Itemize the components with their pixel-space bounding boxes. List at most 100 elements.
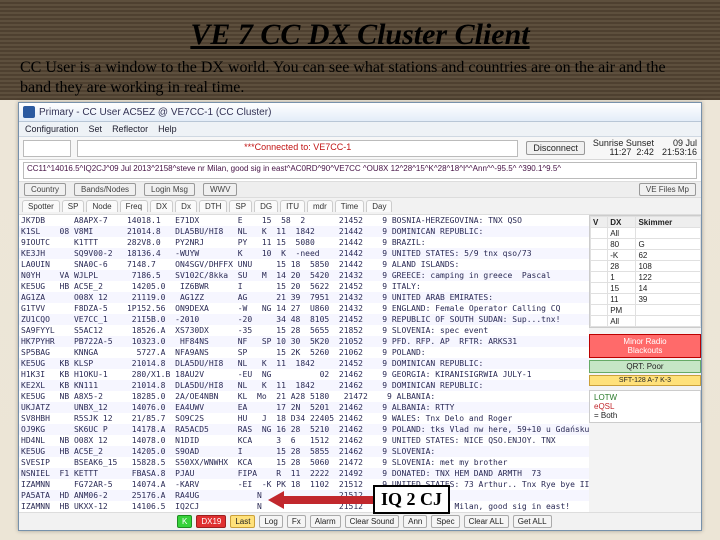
table-row[interactable]: KE5UG KB KLSP 21014.8 DLA5DU/HI8 NL K 11… [19, 358, 589, 369]
menu-help[interactable]: Help [158, 124, 177, 134]
col-spotter[interactable]: Spotter [22, 200, 60, 212]
side-cell[interactable]: 28 [608, 261, 636, 272]
col-node[interactable]: Node [86, 200, 117, 212]
small-input[interactable] [23, 140, 71, 157]
disconnect-button[interactable]: Disconnect [526, 141, 585, 155]
side-cell[interactable]: 39 [636, 294, 701, 305]
col-country[interactable]: Country [24, 183, 66, 196]
btn-alarm[interactable]: Alarm [310, 515, 341, 528]
app-icon [23, 106, 35, 118]
table-row[interactable]: SA9FYYL S5AC12 18526.A XS730DX -35 15 28… [19, 325, 589, 336]
side-cell[interactable]: All [608, 228, 636, 239]
menu-configuration[interactable]: Configuration [25, 124, 79, 134]
btn-k[interactable]: K [177, 515, 192, 528]
side-cell[interactable] [591, 239, 608, 250]
side-cell[interactable] [636, 228, 701, 239]
side-cell[interactable]: 80 [608, 239, 636, 250]
btn-getall[interactable]: Get ALL [513, 515, 552, 528]
table-row[interactable]: KE5UG NB A8X5-2 18285.0 2A/OE4NBN KL Mo … [19, 391, 589, 402]
menu-set[interactable]: Set [89, 124, 103, 134]
slide-title: VE 7 CC DX Cluster Client [18, 18, 702, 52]
table-row[interactable]: 9IOUTC K1TTT 282V8.0 PY2NRJ PY 11 15 508… [19, 237, 589, 248]
table-row[interactable]: OJ9KG SK6UC P 14178.A RA5ACD5 RAS NG 16 … [19, 424, 589, 435]
side-cell[interactable] [591, 261, 608, 272]
btn-ann[interactable]: Ann [403, 515, 427, 528]
table-row[interactable]: ZU1CQO VE7CC_1 21I5B.0 -2010 -20 34 48 8… [19, 314, 589, 325]
window-title: Primary - CC User AC5EZ @ VE7CC-1 (CC Cl… [39, 107, 271, 118]
side-cell[interactable] [591, 283, 608, 294]
window-titlebar: Primary - CC User AC5EZ @ VE7CC-1 (CC Cl… [19, 103, 701, 122]
side-cell[interactable]: G [636, 239, 701, 250]
btn-dx[interactable]: DX19 [196, 515, 226, 528]
table-row[interactable]: HK7PYHR PB722A-5 10323.0 HF84NS NF SP 10… [19, 336, 589, 347]
table-row[interactable]: G1TVV F8DZA-5 1P152.56 ON9DEXA -W NG 14 … [19, 303, 589, 314]
spot-table[interactable]: JK7DB A8APX-7 14018.1 E71DX E 15 58 2 21… [19, 215, 589, 512]
col-bands[interactable]: Bands/Nodes [74, 183, 136, 196]
col-time[interactable]: Time [335, 200, 364, 212]
legend-box: LOTW eQSL = Both [589, 390, 701, 423]
band-grid: VDXSkimmer All80G-K6228108112215141139PM… [589, 215, 701, 328]
raw-spot-text[interactable]: CC11^14016.5^IQ2CJ^09 Jul 2013^2158^stev… [23, 162, 697, 179]
side-cell[interactable] [591, 305, 608, 316]
table-row[interactable]: SP5BAG KNNGA 5727.A NFA9ANS SP 15 2K 526… [19, 347, 589, 358]
header-cols: Country Bands/Nodes Login Msg WWV VE Fil… [19, 182, 701, 198]
side-cell[interactable]: PM [608, 305, 636, 316]
connection-toolbar: ***Connected to: VE7CC-1 Disconnect Sunr… [19, 137, 701, 160]
utc-clock: 21:53:16 [662, 148, 697, 157]
table-row[interactable]: SV8HBH R5SJK 12 21/85.7 SO9C2S HU J 18 D… [19, 413, 589, 424]
table-row[interactable]: UKJATZ UNBX_12 14076.0 EA4UWV EA 17 2N 5… [19, 402, 589, 413]
col-dx[interactable]: DX [150, 200, 173, 212]
side-cell[interactable]: 15 [608, 283, 636, 294]
btn-clearsound[interactable]: Clear Sound [345, 515, 399, 528]
table-row[interactable]: JK7DB A8APX-7 14018.1 E71DX E 15 58 2 21… [19, 215, 589, 226]
col-dg[interactable]: DG [254, 200, 278, 212]
btn-log[interactable]: Log [259, 515, 282, 528]
menu-reflector[interactable]: Reflector [112, 124, 148, 134]
legend-lotw: LOTW [592, 393, 698, 402]
table-row[interactable]: K1SL 08 V8MI 21014.8 DLA5BU/HI8 NL K 11 … [19, 226, 589, 237]
qrt-status: QRT: Poor [589, 360, 701, 373]
table-row[interactable]: N0YH VA WJLPL 7186.5 SV102C/8kka SU M 14… [19, 270, 589, 281]
side-cell[interactable] [636, 316, 701, 327]
side-cell[interactable]: -K [608, 250, 636, 261]
col-dth[interactable]: DTH [199, 200, 227, 212]
side-cell[interactable] [591, 316, 608, 327]
table-row[interactable]: SVESIP BSEAK6_15 15828.5 S50XX/WNWHX KCA… [19, 457, 589, 468]
table-row[interactable]: H1K3I KB H1OKU-1 280/X1.B 18AU2V -EU NG … [19, 369, 589, 380]
side-cell[interactable]: 62 [636, 250, 701, 261]
btn-fx[interactable]: Fx [287, 515, 306, 528]
btn-last[interactable]: Last [230, 515, 255, 528]
side-cell[interactable]: 1 [608, 272, 636, 283]
col-dx2[interactable]: Dx [175, 200, 197, 212]
side-cell[interactable]: 11 [608, 294, 636, 305]
btn-clearall[interactable]: Clear ALL [464, 515, 509, 528]
table-row[interactable]: NSNIEL F1 KETTT FBASA.8 PJAU FIPA R 11 2… [19, 468, 589, 479]
col-day[interactable]: Day [366, 200, 392, 212]
col-itu[interactable]: ITU [280, 200, 305, 212]
col-login[interactable]: Login Msg [144, 183, 195, 196]
side-cell[interactable] [591, 294, 608, 305]
side-cell[interactable]: 14 [636, 283, 701, 294]
col-files[interactable]: VE Files Mp [639, 183, 696, 196]
side-cell[interactable]: 108 [636, 261, 701, 272]
col-mdr[interactable]: mdr [307, 200, 333, 212]
table-row[interactable]: AG1ZA O08X 12 21119.0 AG1ZZ AG 21 39 795… [19, 292, 589, 303]
side-cell[interactable] [591, 228, 608, 239]
col-sp2[interactable]: SP [229, 200, 252, 212]
table-row[interactable]: KE3JH SQ9V00-2 18136.4 -WUYW K 10 K -nee… [19, 248, 589, 259]
table-row[interactable]: HD4NL NB O08X 12 14078.0 N1DID KCA 3 6 1… [19, 435, 589, 446]
side-cell[interactable]: 122 [636, 272, 701, 283]
table-row[interactable]: KE5UG HB AC5E_2 14205.0 S9OAD I 15 28 58… [19, 446, 589, 457]
btn-spec[interactable]: Spec [431, 515, 459, 528]
table-row[interactable]: LA0UIN SNA0C-6 7148.7 ON4SGV/DHFFX UNU 1… [19, 259, 589, 270]
side-cell[interactable] [591, 272, 608, 283]
col-wwv[interactable]: WWV [203, 183, 237, 196]
spot-columns: Spotter SP Node Freq DX Dx DTH SP DG ITU… [19, 198, 701, 215]
col-freq[interactable]: Freq [120, 200, 148, 212]
side-cell[interactable] [636, 305, 701, 316]
side-cell[interactable]: All [608, 316, 636, 327]
col-sp[interactable]: SP [62, 200, 85, 212]
table-row[interactable]: KE5UG HB AC5E_2 14205.0 IZ6BWR I 15 20 5… [19, 281, 589, 292]
table-row[interactable]: KE2XL KB KN111 21014.8 DLA5DU/HI8 NL K 1… [19, 380, 589, 391]
side-cell[interactable] [591, 250, 608, 261]
